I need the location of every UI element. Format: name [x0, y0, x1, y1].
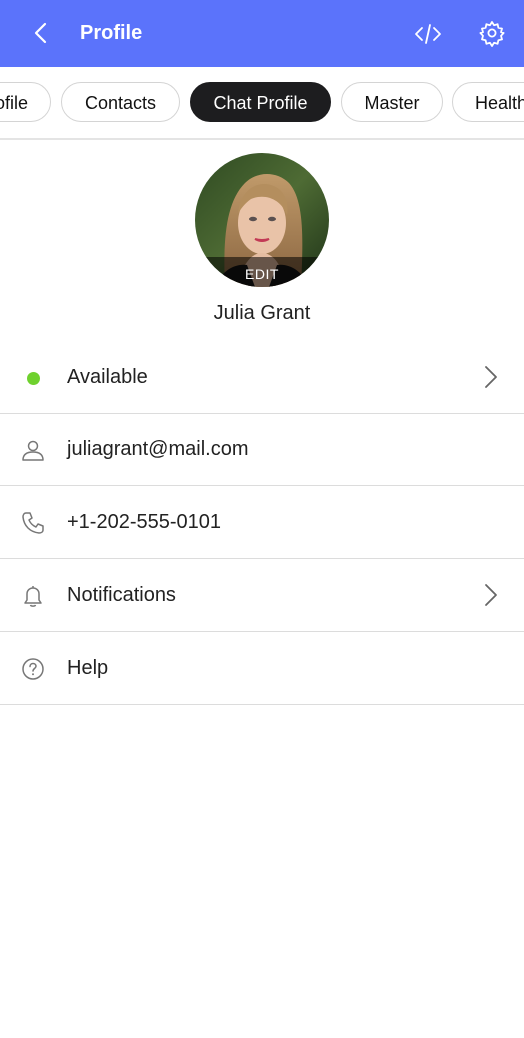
- status-row[interactable]: Available: [0, 342, 524, 414]
- notifications-row[interactable]: Notifications: [0, 560, 524, 632]
- profile-name: Julia Grant: [213, 302, 311, 324]
- notifications-label: Notifications: [67, 584, 176, 606]
- tab-health[interactable]: Health: [452, 82, 524, 122]
- avatar[interactable]: EDIT: [195, 153, 329, 287]
- gear-icon[interactable]: [478, 19, 506, 47]
- chevron-left-icon[interactable]: [28, 20, 54, 46]
- phone-row[interactable]: +1-202-555-0101: [0, 487, 524, 559]
- bell-icon: [24, 586, 42, 607]
- email-label: juliagrant@mail.com: [67, 438, 249, 460]
- status-dot: [27, 372, 40, 385]
- tab-profile[interactable]: ofile: [0, 82, 51, 122]
- tab-chat-profile[interactable]: Chat Profile: [190, 82, 331, 122]
- user-icon: [22, 440, 44, 461]
- status-label: Available: [67, 366, 148, 388]
- help-label: Help: [67, 657, 109, 679]
- avatar-edit-label[interactable]: EDIT: [195, 257, 329, 287]
- help-icon: [22, 658, 44, 680]
- chevron-right-icon: [485, 584, 497, 606]
- chevron-right-icon: [485, 366, 497, 388]
- tab-master[interactable]: Master: [341, 82, 443, 122]
- help-row[interactable]: Help: [0, 633, 524, 705]
- tab-contacts[interactable]: Contacts: [61, 82, 180, 122]
- tab-strip[interactable]: ofile Contacts Chat Profile Master Healt…: [0, 67, 524, 140]
- app-bar: Profile: [0, 0, 524, 67]
- code-icon[interactable]: [413, 19, 443, 49]
- phone-label: +1-202-555-0101: [67, 511, 222, 533]
- email-row[interactable]: juliagrant@mail.com: [0, 414, 524, 486]
- phone-icon: [22, 512, 44, 534]
- page-title: Profile: [80, 22, 143, 44]
